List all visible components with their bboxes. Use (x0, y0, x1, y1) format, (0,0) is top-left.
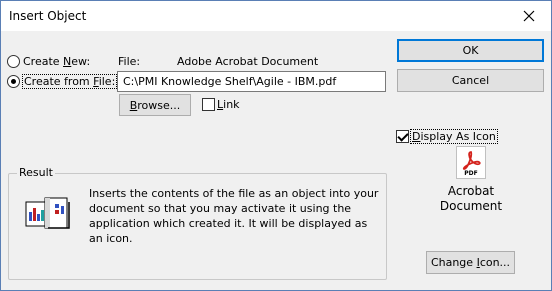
acrobat-logo-icon (462, 151, 481, 170)
result-group-label: Result (17, 166, 55, 179)
browse-button[interactable]: Browse... (119, 94, 191, 116)
dialog-title: Insert Object (9, 9, 87, 23)
create-from-file-radio-circle[interactable] (7, 75, 20, 88)
icon-caption-line1: Acrobat (447, 184, 495, 198)
change-icon-button-label: Change Icon... (430, 256, 511, 269)
file-path-input[interactable]: C:\PMI Knowledge Shelf\Agile - IBM.pdf (117, 71, 386, 92)
create-from-file-label: Create from File: (22, 74, 118, 89)
display-as-icon-checkbox[interactable]: Display As Icon (396, 129, 498, 144)
insert-object-dialog: Insert Object Create New: Create from Fi… (0, 0, 552, 291)
display-as-icon-label: Display As Icon (410, 129, 498, 144)
cancel-button[interactable]: Cancel (397, 69, 544, 92)
result-description: Inserts the contents of the file as an o… (89, 187, 379, 245)
pdf-badge: PDF (464, 170, 478, 177)
link-checkbox[interactable]: Link (202, 98, 240, 111)
display-as-icon-checkbox-box[interactable] (396, 130, 409, 143)
change-icon-button[interactable]: Change Icon... (426, 251, 515, 274)
icon-caption-line2: Document (439, 199, 503, 213)
file-label: File: (118, 55, 141, 68)
result-group: Result Inserts the contents of the file … (8, 166, 387, 280)
ok-button-label: OK (462, 44, 479, 57)
create-from-file-radio[interactable]: Create from File: (7, 74, 118, 89)
result-graphic-icon (25, 197, 70, 229)
browse-button-label: Browse... (129, 98, 181, 112)
title-bar: Insert Object (1, 1, 551, 31)
icon-caption: Acrobat Document (431, 184, 511, 214)
create-new-radio-circle[interactable] (7, 55, 20, 68)
cancel-button-label: Cancel (451, 74, 490, 87)
create-new-label: Create New: (23, 55, 91, 68)
link-checkbox-box[interactable] (202, 98, 215, 111)
file-type: Adobe Acrobat Document (177, 55, 319, 68)
ok-button[interactable]: OK (397, 39, 544, 62)
close-icon (523, 10, 535, 22)
create-new-radio[interactable]: Create New: (7, 55, 90, 68)
pdf-icon: PDF (456, 146, 486, 179)
close-button[interactable] (507, 1, 551, 31)
link-label: Link (217, 98, 240, 111)
